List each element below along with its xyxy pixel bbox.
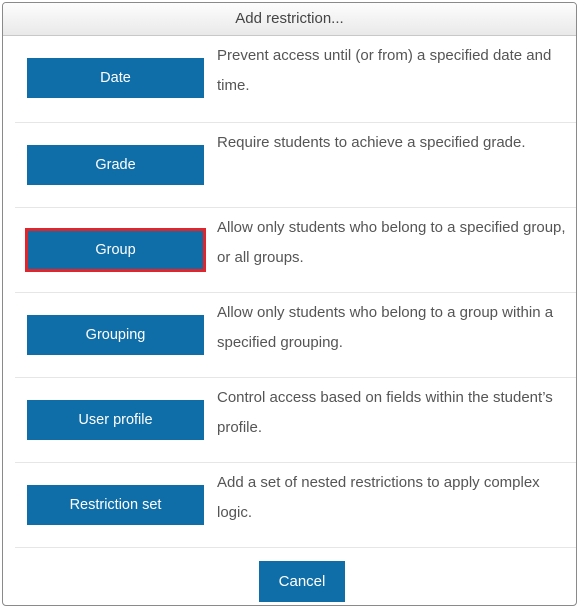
restriction-option-grouping: Grouping Allow only students who belong … <box>15 293 576 378</box>
grade-button[interactable]: Grade <box>27 145 204 185</box>
restriction-option-group: Group Allow only students who belong to … <box>15 208 576 293</box>
restriction-options-list: Date Prevent access until (or from) a sp… <box>3 36 576 548</box>
cancel-button[interactable]: Cancel <box>259 561 345 602</box>
restriction-set-description: Add a set of nested restrictions to appl… <box>217 474 540 521</box>
date-button[interactable]: Date <box>27 58 204 98</box>
grouping-button[interactable]: Grouping <box>27 315 204 355</box>
user-profile-description: Control access based on fields within th… <box>217 389 553 436</box>
group-description: Allow only students who belong to a spec… <box>217 219 566 266</box>
restriction-option-restriction-set: Restriction set Add a set of nested rest… <box>15 463 576 548</box>
restriction-option-user-profile: User profile Control access based on fie… <box>15 378 576 463</box>
restriction-option-grade: Grade Require students to achieve a spec… <box>15 123 576 208</box>
date-description: Prevent access until (or from) a specifi… <box>217 47 552 94</box>
add-restriction-dialog: Add restriction... Date Prevent access u… <box>2 2 577 606</box>
user-profile-button[interactable]: User profile <box>27 400 204 440</box>
grade-description: Require students to achieve a specified … <box>217 134 526 151</box>
restriction-option-date: Date Prevent access until (or from) a sp… <box>15 36 576 123</box>
grouping-description: Allow only students who belong to a grou… <box>217 304 554 351</box>
dialog-footer: Cancel <box>3 548 576 605</box>
restriction-set-button[interactable]: Restriction set <box>27 485 204 525</box>
group-button[interactable]: Group <box>25 228 206 272</box>
dialog-title: Add restriction... <box>3 3 576 36</box>
